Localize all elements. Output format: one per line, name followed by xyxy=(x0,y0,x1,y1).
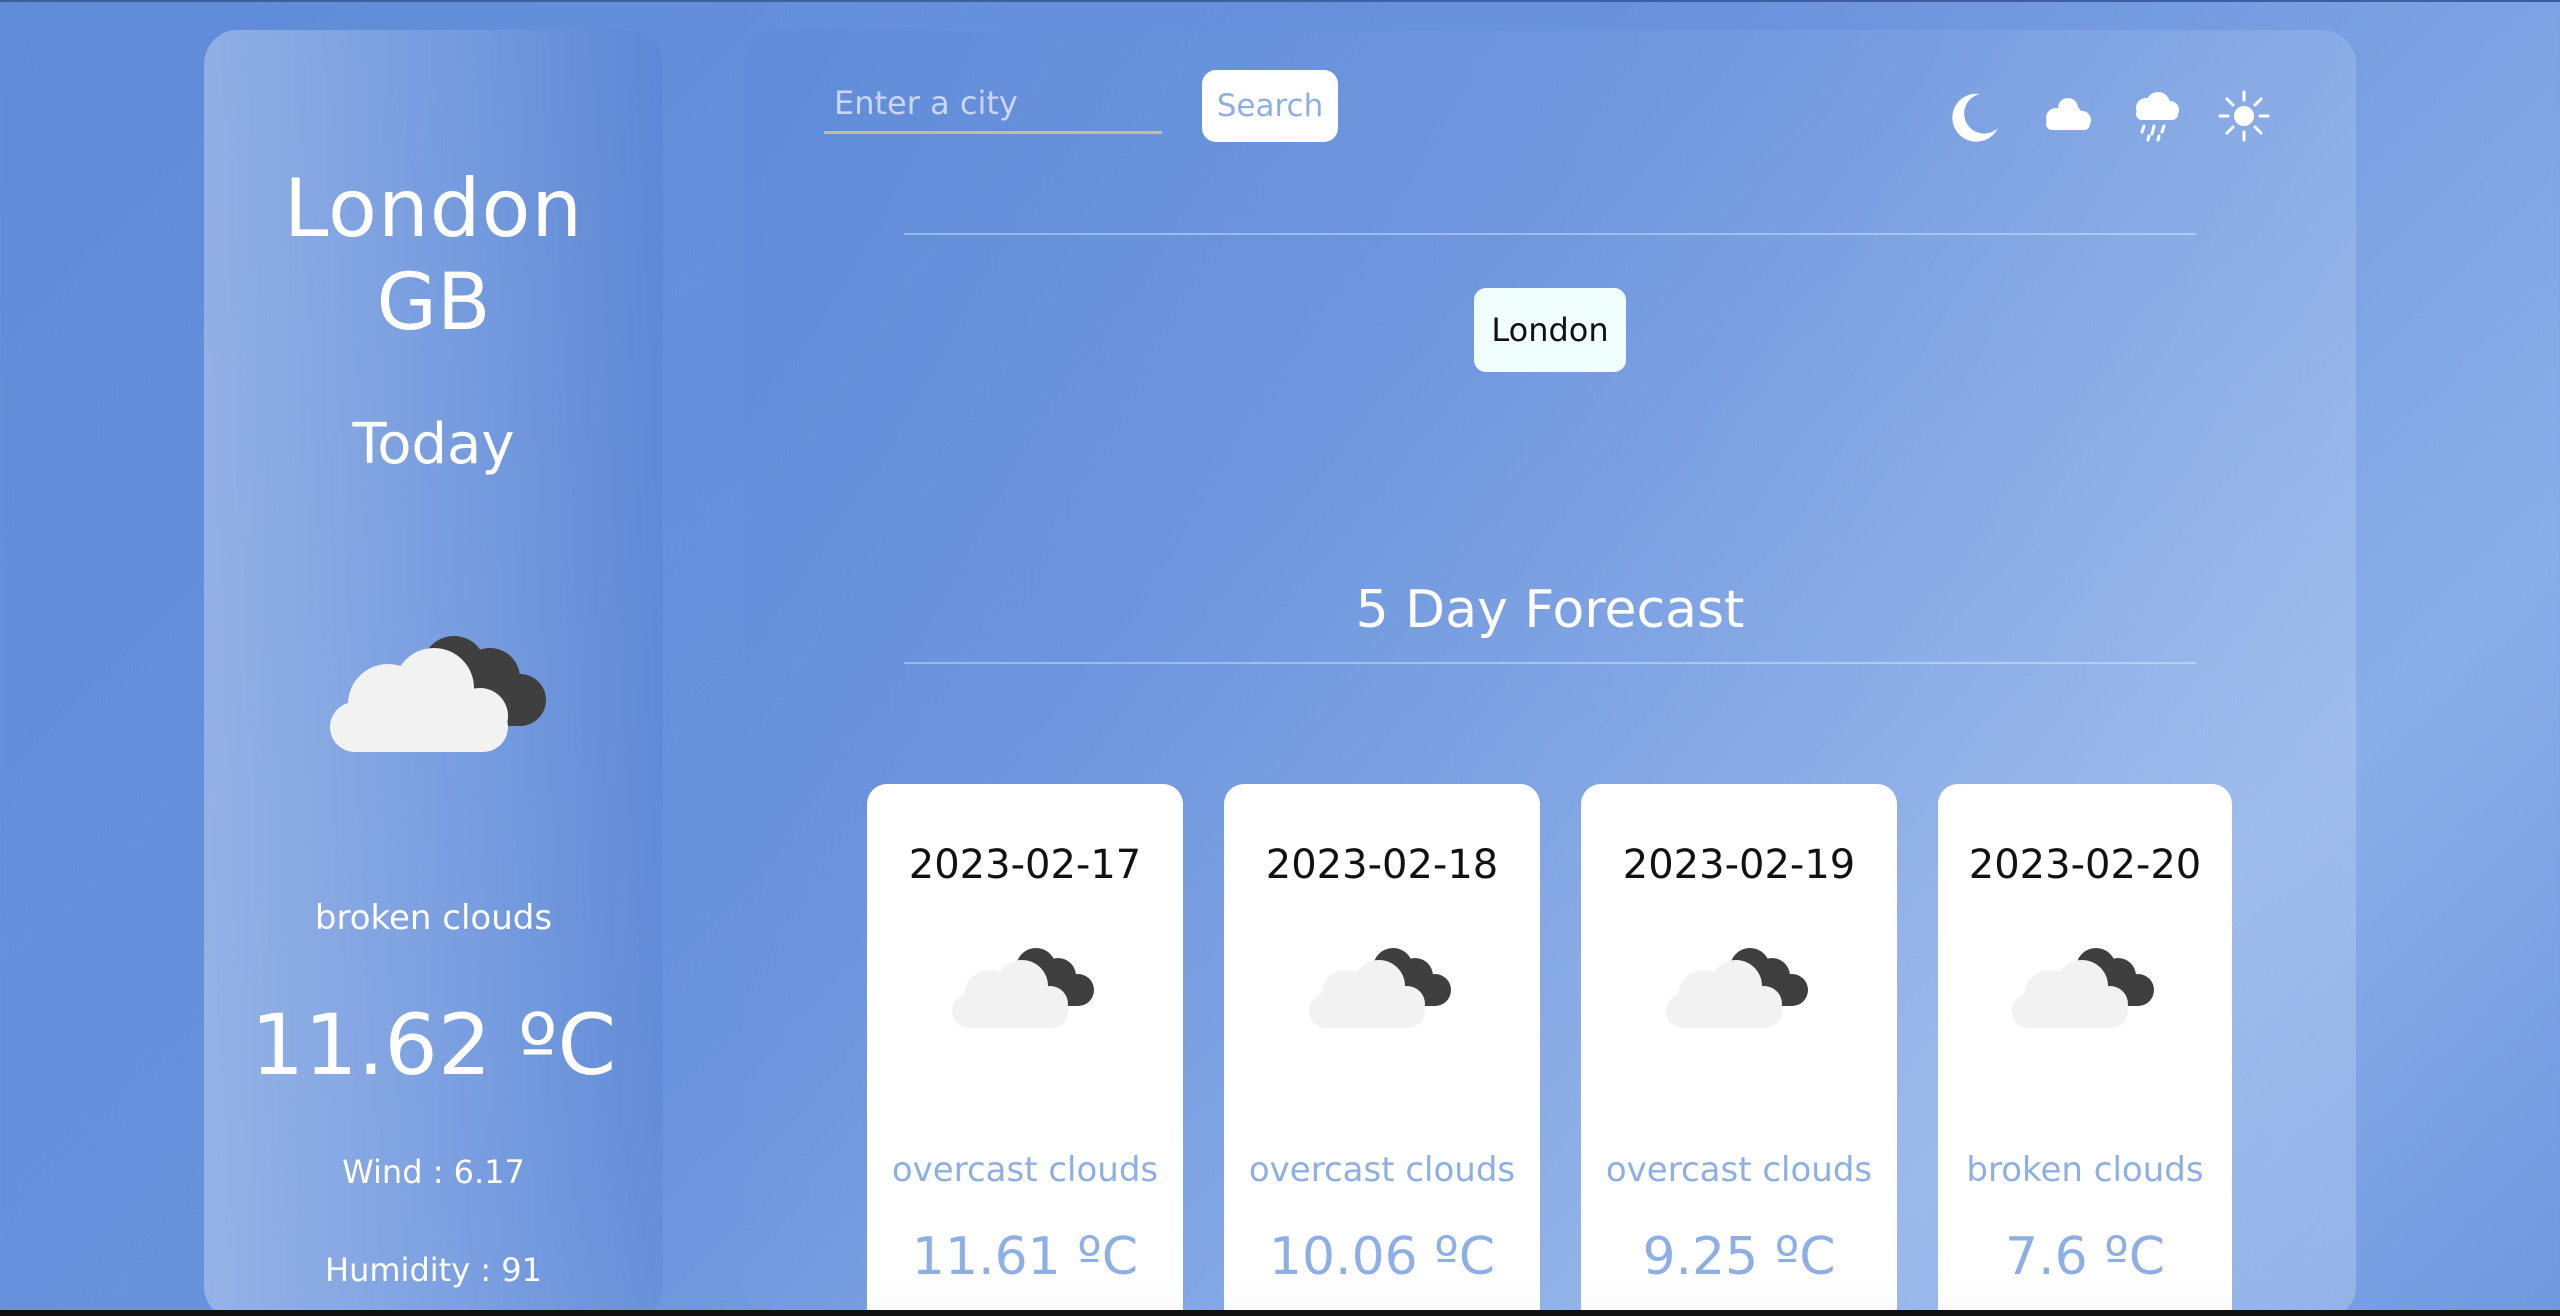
forecast-card: 2023-02-18 overcast clouds 10.06 ºC xyxy=(1224,784,1540,1316)
forecast-description: overcast clouds xyxy=(1605,1150,1873,1190)
forecast-description: broken clouds xyxy=(1966,1150,2204,1190)
forecast-divider xyxy=(904,662,2196,664)
forecast-date: 2023-02-18 xyxy=(1265,842,1499,888)
forecast-description: overcast clouds xyxy=(891,1150,1159,1190)
forecast-temperature: 11.61 ºC xyxy=(911,1227,1139,1287)
sun-icon[interactable] xyxy=(2214,86,2274,146)
current-wind: Wind : 6.17 xyxy=(342,1153,525,1191)
city-name: London xyxy=(283,162,584,255)
current-weather-panel: London GB Today broken clouds 11.62 ºC W… xyxy=(204,30,663,1316)
city-search-input[interactable] xyxy=(824,74,1162,134)
window-top-border xyxy=(0,0,2560,2)
broken-clouds-icon xyxy=(1666,948,1808,1028)
forecast-temperature: 10.06 ºC xyxy=(1268,1227,1496,1287)
forecast-date: 2023-02-19 xyxy=(1622,842,1856,888)
forecast-card: 2023-02-17 overcast clouds 11.61 ºC xyxy=(867,784,1183,1316)
broken-clouds-icon xyxy=(2012,948,2154,1028)
broken-clouds-icon xyxy=(330,636,546,752)
forecast-description: overcast clouds xyxy=(1248,1150,1516,1190)
forecast-temperature: 7.6 ºC xyxy=(2004,1227,2166,1287)
broken-clouds-icon xyxy=(952,948,1094,1028)
main-panel: Search xyxy=(744,30,2356,1316)
moon-icon[interactable] xyxy=(1944,86,2004,146)
forecast-card: 2023-02-19 overcast clouds 9.25 ºC xyxy=(1581,784,1897,1316)
search-divider xyxy=(904,233,2196,235)
broken-clouds-icon xyxy=(1309,948,1451,1028)
forecast-date: 2023-02-17 xyxy=(908,842,1142,888)
cloud-icon[interactable] xyxy=(2034,86,2094,146)
country-code: GB xyxy=(376,258,491,348)
today-label: Today xyxy=(352,412,515,477)
forecast-date: 2023-02-20 xyxy=(1968,842,2202,888)
forecast-card: 2023-02-20 broken clouds 7.6 ºC xyxy=(1938,784,2232,1316)
history-item-london[interactable]: London xyxy=(1474,288,1626,372)
search-button[interactable]: Search xyxy=(1202,70,1338,142)
forecast-temperature: 9.25 ºC xyxy=(1642,1227,1836,1287)
forecast-title: 5 Day Forecast xyxy=(1355,580,1745,640)
current-description: broken clouds xyxy=(314,898,553,938)
rain-icon[interactable] xyxy=(2124,86,2184,146)
window-bottom-border xyxy=(0,1310,2560,1316)
current-humidity: Humidity : 91 xyxy=(325,1251,542,1289)
current-temperature: 11.62 ºC xyxy=(250,996,617,1094)
